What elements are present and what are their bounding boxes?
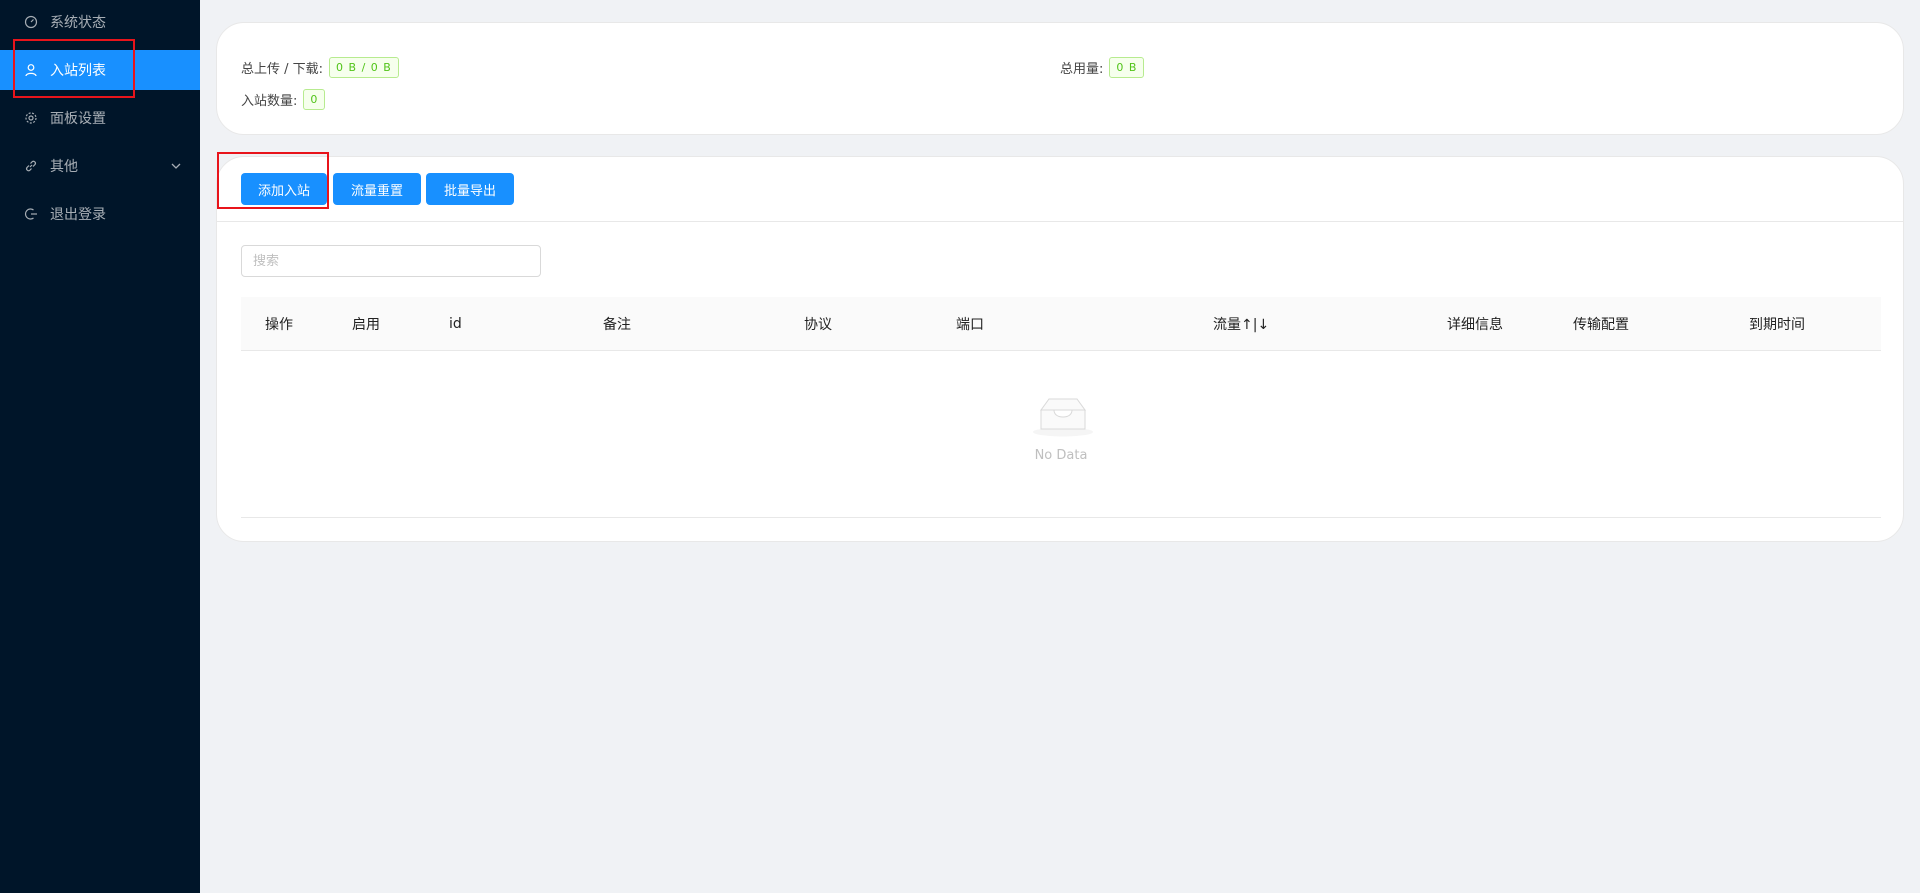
sidebar-item-panel-settings[interactable]: 面板设置 [0,98,200,138]
gear-icon [24,111,38,125]
link-icon [24,159,38,173]
search-input[interactable] [241,245,541,277]
sidebar-item-label: 面板设置 [50,111,106,127]
sidebar: 系统状态 入站列表 面板设置 其他 退出登录 [0,0,200,893]
stat-label: 总用量: [1060,62,1104,77]
column-header-details: 详细信息 [1447,317,1503,333]
stat-value-tag: 0 B [1109,57,1145,78]
stat-total-usage: 总用量: 0 B [1060,57,1145,78]
chevron-down-icon [171,163,181,169]
stat-inbound-count: 入站数量: 0 [241,89,326,110]
column-header-remark: 备注 [603,317,631,333]
stat-value-tag: 0 [303,89,326,110]
column-header-enable: 启用 [352,317,380,333]
sidebar-item-label: 其他 [50,159,78,175]
reset-traffic-button[interactable]: 流量重置 [333,173,421,205]
stat-upload-download: 总上传 / 下载: 0 B / 0 B [241,57,399,78]
table-empty-state: No Data [241,352,1881,518]
stat-value-tag: 0 B / 0 B [329,57,399,78]
column-header-protocol: 协议 [804,317,832,333]
sidebar-item-label: 退出登录 [50,207,106,223]
batch-export-button[interactable]: 批量导出 [426,173,514,205]
column-header-actions: 操作 [265,317,293,333]
card-divider [217,221,1903,222]
stat-label: 总上传 / 下载: [241,62,324,77]
sidebar-item-label: 系统状态 [50,15,106,31]
sidebar-item-label: 入站列表 [50,63,106,79]
stats-card: 总上传 / 下载: 0 B / 0 B 总用量: 0 B 入站数量: 0 [216,22,1904,135]
empty-text: No Data [1034,448,1088,463]
sidebar-item-logout[interactable]: 退出登录 [0,194,200,234]
inbound-table-card: 添加入站 流量重置 批量导出 操作 启用 id 备注 协议 端口 流量↑|↓ 详… [216,156,1904,542]
user-icon [24,63,38,77]
sidebar-item-system-status[interactable]: 系统状态 [0,2,200,42]
column-header-traffic[interactable]: 流量↑|↓ [1213,297,1269,351]
dashboard-icon [24,15,38,29]
column-header-expiry: 到期时间 [1749,317,1805,333]
column-header-id: id [449,316,462,332]
sidebar-item-other[interactable]: 其他 [0,146,200,186]
add-inbound-button[interactable]: 添加入站 [241,173,327,205]
table-header: 操作 启用 id 备注 协议 端口 流量↑|↓ 详细信息 传输配置 到期时间 [241,297,1881,351]
sidebar-item-inbound-list[interactable]: 入站列表 [0,50,200,90]
logout-icon [24,207,38,221]
empty-inbox-icon [1033,398,1093,437]
column-header-port: 端口 [956,317,984,333]
stat-label: 入站数量: [241,94,298,109]
column-header-transport: 传输配置 [1573,317,1629,333]
